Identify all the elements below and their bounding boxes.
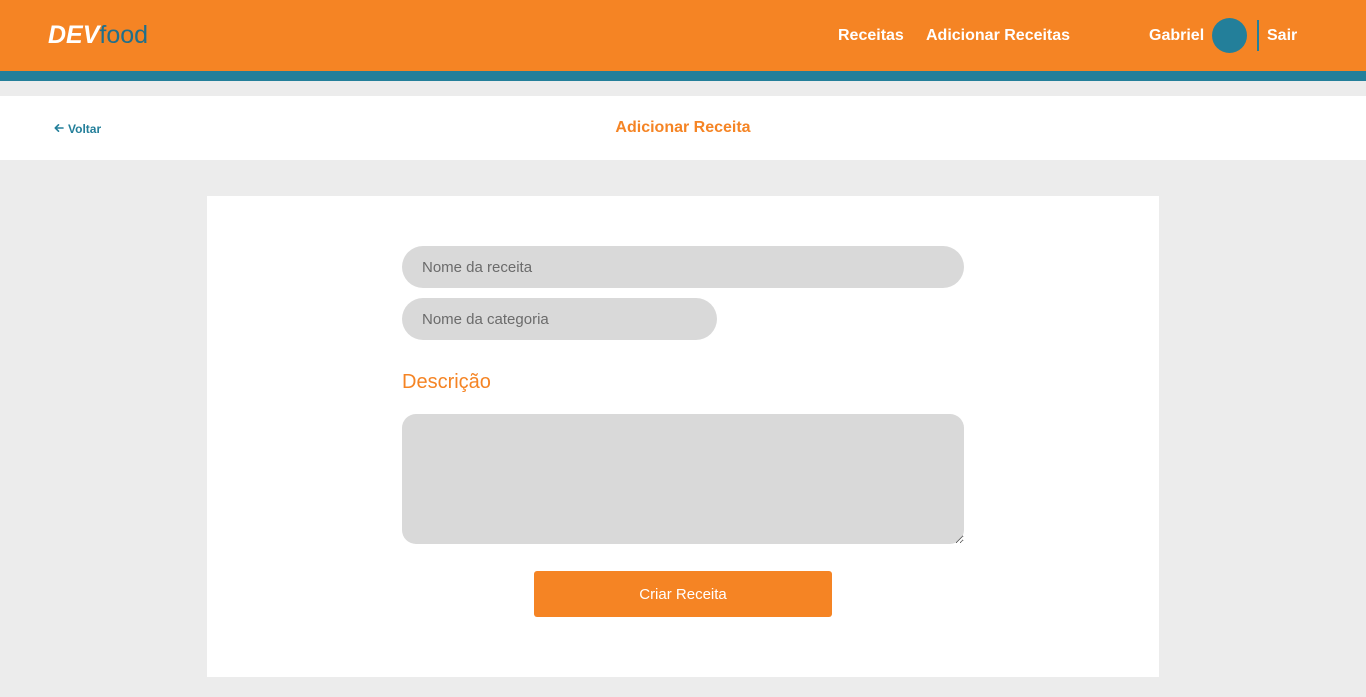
- logo-food: food: [99, 21, 149, 49]
- recipe-form-card: Descrição Criar Receita: [207, 196, 1159, 677]
- create-recipe-button[interactable]: Criar Receita: [534, 571, 832, 617]
- logo-dev: DEV: [48, 21, 100, 49]
- logo[interactable]: DEVfood: [48, 20, 148, 50]
- page-title: Adicionar Receita: [615, 119, 751, 136]
- category-name-input[interactable]: [402, 298, 717, 340]
- logout-link[interactable]: Sair: [1267, 27, 1297, 45]
- user-name: Gabriel: [1149, 27, 1205, 44]
- description-label: Descrição: [402, 371, 491, 393]
- nav-link-adicionar-receitas[interactable]: Adicionar Receitas: [926, 27, 1070, 45]
- page-header: Voltar Adicionar Receita: [0, 96, 1366, 160]
- recipe-name-input[interactable]: [402, 246, 964, 288]
- divider: [1257, 20, 1259, 51]
- nav-link-receitas[interactable]: Receitas: [838, 27, 904, 45]
- description-textarea[interactable]: [402, 414, 964, 544]
- top-bar-stripe: [0, 71, 1366, 81]
- avatar[interactable]: [1212, 18, 1247, 53]
